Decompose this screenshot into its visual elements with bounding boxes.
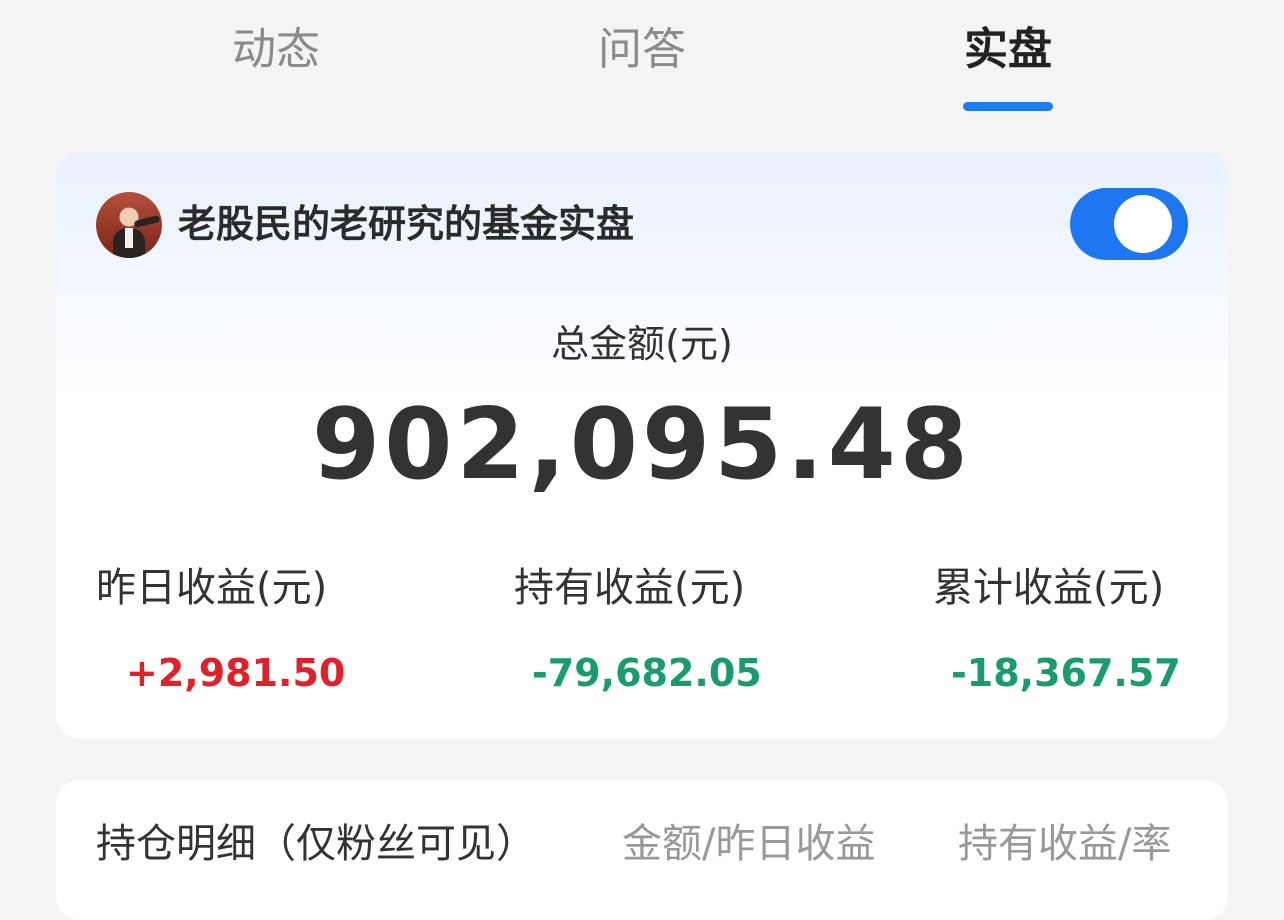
stat-label: 累计收益(元) [933,565,1165,611]
portfolio-summary-card: 老股民的老研究的基金实盘 总金额(元) 902,095.48 昨日收益(元) +… [56,152,1228,739]
stat-value: -18,367.57 [951,651,1181,695]
tab-dynamics[interactable]: 动态 [176,22,376,78]
avatar[interactable] [96,192,162,258]
total-amount-label: 总金额(元) [551,322,733,366]
holdings-card: 持仓明细（仅粉丝可见） 金额/昨日收益 持有收益/率 [56,780,1228,920]
toggle-knob [1114,195,1172,253]
active-tab-indicator [963,102,1053,111]
visibility-toggle[interactable] [1070,188,1188,260]
stat-label: 昨日收益(元) [96,565,328,611]
stat-value: -79,682.05 [532,651,762,695]
avatar-arm [133,214,161,229]
total-amount-value: 902,095.48 [312,388,972,502]
tab-qa[interactable]: 问答 [542,22,742,78]
account-name: 老股民的老研究的基金实盘 [178,202,635,246]
tab-bar: 动态 问答 实盘 [0,0,1284,130]
column-header-holding-profit[interactable]: 持有收益/率 [958,816,1171,872]
holdings-title: 持仓明细（仅粉丝可见） [96,821,536,867]
column-header-amount[interactable]: 金额/昨日收益 [622,816,875,872]
stat-value: +2,981.50 [126,651,346,695]
stat-label: 持有收益(元) [514,565,746,611]
avatar-shirt [125,228,133,248]
tab-portfolio[interactable]: 实盘 [908,22,1108,78]
